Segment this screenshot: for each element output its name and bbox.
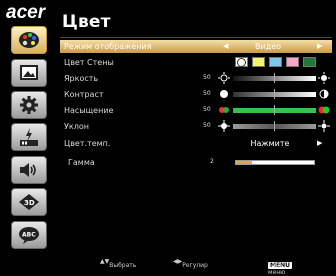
tint-label: Уклон <box>64 122 89 131</box>
tint-low-icon <box>218 120 230 132</box>
brightness-high-icon <box>318 72 330 84</box>
adjust-hint-label: Регулир <box>182 262 208 269</box>
color-temp-label: Цвет.темп. <box>64 139 111 148</box>
wall-color-swatch-green[interactable] <box>303 57 316 67</box>
saturation-low-icon <box>219 107 229 113</box>
main-menu-label: Глав. меню <box>268 262 286 276</box>
brightness-low-icon <box>218 72 230 84</box>
page-title: Цвет <box>62 12 111 32</box>
menu-row-saturation[interactable]: Насыщение 50 <box>60 104 332 117</box>
menu-row-contrast[interactable]: Контраст 50 <box>60 88 332 101</box>
palette-icon <box>19 32 39 48</box>
wall-color-swatch-blue[interactable] <box>269 57 282 67</box>
sidebar-item-3d[interactable]: 3D <box>11 188 47 216</box>
sidebar-item-image[interactable] <box>11 59 47 87</box>
contrast-thumb[interactable] <box>274 89 275 99</box>
arrow-left-icon[interactable]: ◀ <box>223 42 228 50</box>
sidebar-item-audio[interactable] <box>11 156 47 184</box>
3d-icon: 3D <box>19 194 39 210</box>
tint-high-icon <box>318 120 330 132</box>
title-divider <box>60 37 332 38</box>
tint-thumb[interactable] <box>274 121 275 131</box>
menu-row-brightness[interactable]: Яркость 50 <box>60 72 332 85</box>
brightness-label: Яркость <box>64 74 99 83</box>
contrast-label: Контраст <box>64 90 104 99</box>
menu-row-tint[interactable]: Уклон 50 <box>60 120 332 133</box>
svg-text:ABC: ABC <box>22 232 36 239</box>
sidebar-item-settings[interactable] <box>11 91 47 119</box>
speaker-icon <box>20 163 36 177</box>
saturation-thumb[interactable] <box>274 105 275 115</box>
wall-color-swatch-white[interactable] <box>235 57 248 67</box>
saturation-high-icon <box>318 106 330 114</box>
svg-text:acer: acer <box>6 2 47 22</box>
display-mode-value: Видео <box>254 42 282 51</box>
sidebar: 3D ABC <box>0 26 50 270</box>
menu-row-color-temp[interactable]: Цвет.темп. Нажмите ▶ <box>60 137 332 150</box>
sidebar-item-color[interactable] <box>11 26 47 54</box>
brightness-value: 50 <box>203 74 211 81</box>
menu-row-gamma[interactable]: Гамма 2 <box>60 156 332 169</box>
acer-logo: acer <box>6 2 47 22</box>
arrow-right-icon[interactable]: ▶ <box>317 42 322 50</box>
sidebar-item-language[interactable]: ABC <box>11 221 47 249</box>
svg-text:3D: 3D <box>24 199 35 207</box>
wall-color-swatch-pink[interactable] <box>286 57 299 67</box>
gamma-fill <box>236 161 252 164</box>
saturation-label: Насыщение <box>64 106 114 115</box>
footer-hints: ▲▼ Выбрать ◀▶ Регулир MENU Глав. меню <box>0 254 336 276</box>
wall-color-swatch-yellow[interactable] <box>252 57 265 67</box>
contrast-low-icon <box>220 90 228 98</box>
language-abc-icon: ABC <box>19 227 39 244</box>
tint-value: 50 <box>203 122 211 129</box>
contrast-value: 50 <box>203 90 211 97</box>
select-hint-label: Выбрать <box>109 262 137 269</box>
menu-row-display-mode[interactable]: Режим отображения ◀ Видео ▶ <box>60 40 332 53</box>
arrow-right-icon[interactable]: ▶ <box>317 139 322 147</box>
wall-color-label: Цвет Стены <box>64 58 114 67</box>
gamma-value: 2 <box>210 158 214 165</box>
power-battery-icon <box>20 128 38 146</box>
contrast-high-icon <box>319 89 329 99</box>
sidebar-item-management[interactable] <box>11 123 47 151</box>
picture-icon <box>20 65 38 80</box>
gamma-label: Гамма <box>68 158 95 167</box>
adjust-hint: ◀▶ Регулир <box>173 258 208 269</box>
saturation-value: 50 <box>203 106 211 113</box>
menu-row-wall-color[interactable]: Цвет Стены <box>60 56 332 69</box>
gear-icon <box>20 96 38 114</box>
brightness-thumb[interactable] <box>274 73 275 83</box>
color-temp-value: Нажмите <box>250 139 290 148</box>
display-mode-label: Режим отображения <box>64 42 152 51</box>
select-hint: ▲▼ Выбрать <box>100 258 137 269</box>
